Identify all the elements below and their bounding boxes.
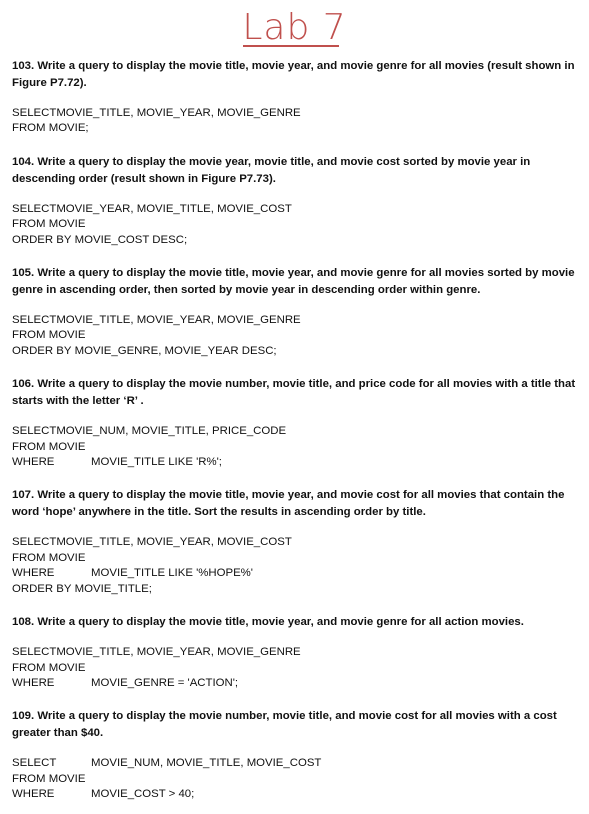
sql-line: FROM MOVIE [12,772,580,787]
question-text: 107. Write a query to display the movie … [12,489,565,519]
sql-clause: MOVIE_COST > 40; [91,788,195,801]
question-text: 105. Write a query to display the movie … [12,267,575,297]
sql-keyword: SELECT [12,202,57,215]
sql-line: SELECT MOVIE_YEAR, MOVIE_TITLE, MOVIE_COS… [12,202,580,217]
sql-line: WHERE MOVIE_GENRE = 'ACTION'; [12,676,580,691]
question-block: 105. Write a query to display the movie … [12,265,580,376]
question-text: 106. Write a query to display the movie … [12,378,576,408]
sql-line: SELECT MOVIE_TITLE, MOVIE_YEAR, MOVIE_GEN… [12,106,580,121]
sql-clause: MOVIE [45,218,86,231]
sql-keyword: SELECT [12,425,57,438]
sql-keyword: SELECT [12,314,57,327]
sql-line: FROM MOVIE [12,217,580,232]
sql-line: FROM MOVIE [12,328,580,343]
sql-keyword: FROM [12,218,46,231]
sql-clause: MOVIE_NUM, MOVIE_TITLE, PRICE_CODE [56,425,287,438]
sql-clause: MOVIE [45,440,86,453]
question-block: 103. Write a query to display the movie … [12,58,580,154]
sql-keyword: FROM [12,122,46,135]
sql-line: SELECT MOVIE_TITLE, MOVIE_YEAR, MOVIE_GEN… [12,645,580,660]
question-block: 109. Write a query to display the movie … [12,708,580,802]
sql-keyword: WHERE [12,567,55,580]
sql-clause: MOVIE [45,772,86,785]
sql-keyword: WHERE [12,676,55,689]
sql-line: WHERE MOVIE_COST > 40; [12,787,580,802]
sql-line: SELECT MOVIE_TITLE, MOVIE_YEAR, MOVIE_COS… [12,535,580,550]
question-text: 104. Write a query to display the movie … [12,155,531,185]
sql-clause: MOVIE_TITLE LIKE '%HOPE%' [91,567,253,580]
question-block: 108. Write a query to display the movie … [12,614,580,708]
sql-answer: SELECT MOVIE_TITLE, MOVIE_YEAR, MOVIE_COS… [12,535,580,597]
sql-clause: MOVIE_TITLE, MOVIE_YEAR, MOVIE_GENRE [56,314,301,327]
question-text: 108. Write a query to display the movie … [12,616,524,629]
sql-clause: MOVIE_TITLE, MOVIE_YEAR, MOVIE_GENRE [56,646,301,659]
question-block: 106. Write a query to display the movie … [12,376,580,487]
sql-clause: MOVIE_TITLE; [71,582,152,595]
page-title: Lab 7 [242,7,347,48]
sql-line: FROM MOVIE [12,551,580,566]
lab-questions: 103. Write a query to display the movie … [12,58,580,803]
sql-keyword: WHERE [12,788,55,801]
sql-keyword: SELECT [12,646,57,659]
sql-line: FROM MOVIE; [12,121,580,136]
sql-answer: SELECT MOVIE_TITLE, MOVIE_YEAR, MOVIE_GEN… [12,313,580,359]
question-text: 103. Write a query to display the movie … [12,60,575,89]
sql-answer: SELECT MOVIE_TITLE, MOVIE_YEAR, MOVIE_GEN… [12,106,580,137]
sql-line: SELECT MOVIE_TITLE, MOVIE_YEAR, MOVIE_GEN… [12,313,580,328]
question-block: 104. Write a query to display the movie … [12,154,580,265]
sql-keyword: SELECT [12,536,57,549]
sql-keyword: SELECT [12,757,57,770]
sql-line: ORDER BY MOVIE_COST DESC; [12,233,580,248]
sql-clause: MOVIE_COST DESC; [71,233,188,246]
sql-keyword: FROM [12,772,46,785]
sql-answer: SELECT MOVIE_NUM, MOVIE_TITLE, MOVIE_COST… [12,756,580,802]
sql-clause: MOVIE_TITLE LIKE 'R%'; [91,456,222,469]
sql-keyword: SELECT [12,107,57,119]
sql-line: SELECT MOVIE_NUM, MOVIE_TITLE, PRICE_CODE [12,424,580,439]
sql-line: ORDER BY MOVIE_GENRE, MOVIE_YEAR DESC; [12,344,580,359]
sql-keyword: ORDER BY [12,233,72,246]
sql-line: ORDER BY MOVIE_TITLE; [12,582,580,597]
sql-clause: MOVIE_TITLE, MOVIE_YEAR, MOVIE_GENRE [56,107,301,119]
sql-answer: SELECT MOVIE_TITLE, MOVIE_YEAR, MOVIE_GEN… [12,645,580,691]
sql-line: WHERE MOVIE_TITLE LIKE '%HOPE%' [12,566,580,581]
sql-clause: MOVIE [45,661,86,674]
sql-line: FROM MOVIE [12,440,580,455]
sql-keyword: ORDER BY [12,582,72,595]
title-underline [243,45,339,47]
sql-keyword: FROM [12,551,46,564]
sql-clause: MOVIE_GENRE = 'ACTION'; [91,676,239,689]
sql-line: WHERE MOVIE_TITLE LIKE 'R%'; [12,455,580,470]
sql-clause: MOVIE; [45,122,89,135]
question-text: 109. Write a query to display the movie … [12,710,557,740]
sql-line: SELECT MOVIE_NUM, MOVIE_TITLE, MOVIE_COST [12,756,580,771]
sql-keyword: FROM [12,440,46,453]
sql-keyword: ORDER BY [12,344,72,357]
sql-keyword: WHERE [12,456,55,469]
sql-clause: MOVIE_TITLE, MOVIE_YEAR, MOVIE_COST [56,536,292,549]
question-block: 107. Write a query to display the movie … [12,487,580,614]
sql-clause: MOVIE [45,551,86,564]
sql-clause: MOVIE_NUM, MOVIE_TITLE, MOVIE_COST [91,757,322,770]
sql-clause: MOVIE_YEAR, MOVIE_TITLE, MOVIE_COST [56,202,292,215]
sql-keyword: FROM [12,661,46,674]
sql-answer: SELECT MOVIE_NUM, MOVIE_TITLE, PRICE_CODE… [12,424,580,470]
sql-keyword: FROM [12,329,46,342]
sql-answer: SELECT MOVIE_YEAR, MOVIE_TITLE, MOVIE_COS… [12,202,580,248]
sql-line: FROM MOVIE [12,661,580,676]
sql-clause: MOVIE [45,329,86,342]
sql-clause: MOVIE_GENRE, MOVIE_YEAR DESC; [71,344,277,357]
